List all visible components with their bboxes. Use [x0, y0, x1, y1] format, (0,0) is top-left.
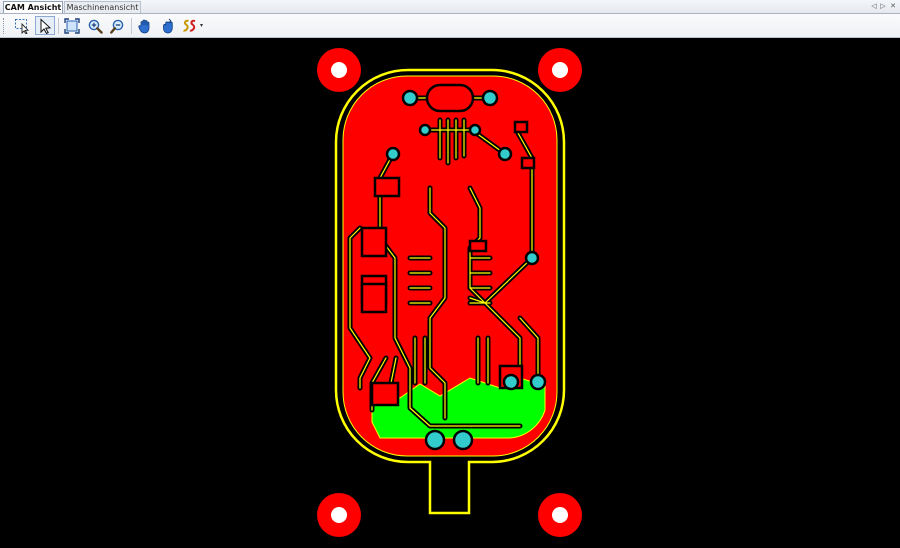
zoom-fit-icon — [64, 17, 80, 34]
zoom-in-button[interactable] — [85, 16, 105, 35]
tab-cam-view[interactable]: CAM Ansicht — [3, 1, 63, 13]
zoom-out-button[interactable] — [108, 16, 128, 35]
tab-machine-view[interactable]: Maschinenansicht — [64, 1, 141, 13]
mounting-hole-bottom-left — [317, 493, 361, 537]
zoom-in-icon — [88, 19, 103, 34]
pointer-select-button[interactable] — [35, 16, 55, 35]
scroll-tabs-left-icon[interactable]: ◁ — [870, 1, 878, 12]
lasso-select-icon — [15, 18, 29, 34]
document-tab-bar: CAM Ansicht Maschinenansicht ◁ ▷ ✕ — [0, 0, 900, 14]
route-path-icon — [183, 19, 196, 32]
mounting-hole-top-right — [538, 48, 582, 92]
toolbar-grip[interactable] — [3, 18, 7, 34]
grab-button[interactable] — [158, 16, 178, 35]
route-path-button[interactable] — [180, 16, 200, 35]
mounting-hole-top-left — [317, 48, 361, 92]
pcb-board-drawing — [317, 48, 582, 537]
view-toolbar: ▾ — [0, 14, 900, 38]
scroll-tabs-right-icon[interactable]: ▷ — [879, 1, 887, 12]
zoom-out-icon — [110, 19, 124, 34]
route-options-dropdown[interactable]: ▾ — [200, 22, 203, 29]
grab-hand-icon — [163, 18, 173, 33]
close-tab-icon[interactable]: ✕ — [889, 1, 897, 12]
zoom-fit-button[interactable] — [62, 16, 82, 35]
cam-viewport[interactable] — [0, 38, 900, 548]
pointer-select-icon — [40, 17, 52, 34]
pan-button[interactable] — [135, 16, 155, 35]
pan-hand-icon — [138, 19, 150, 33]
lasso-select-button[interactable] — [12, 16, 32, 35]
mounting-hole-bottom-right — [538, 493, 582, 537]
